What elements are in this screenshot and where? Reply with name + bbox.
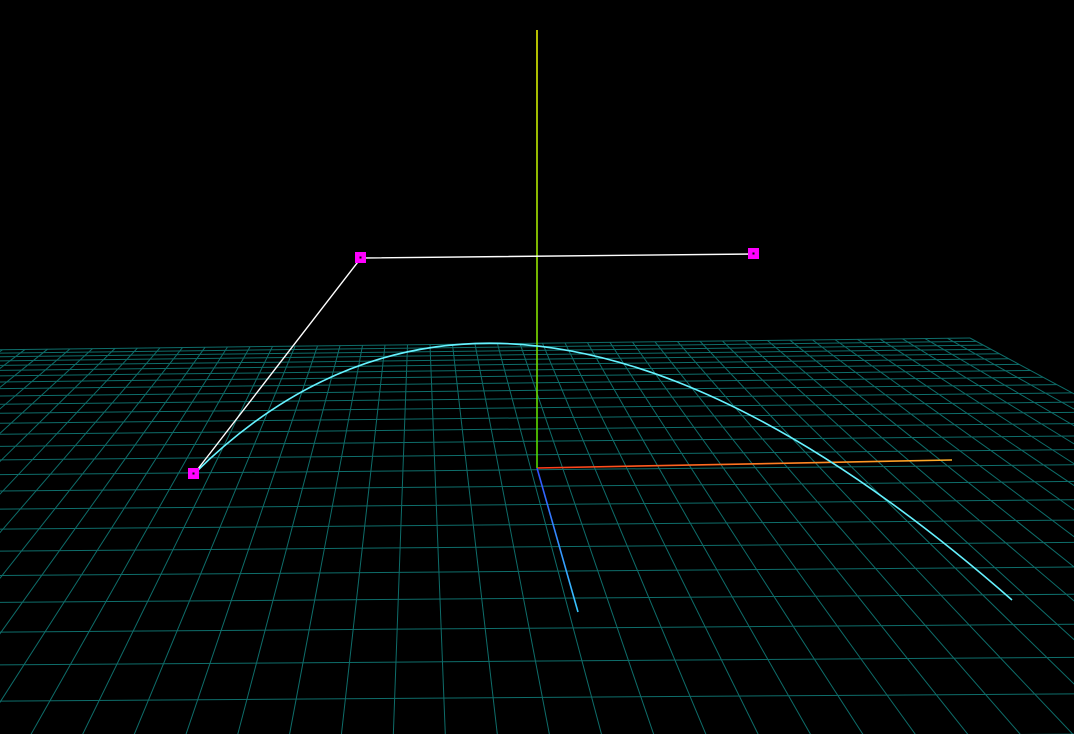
grid-line (902, 338, 1074, 445)
grid-line (0, 693, 1074, 702)
scene-canvas[interactable] (0, 0, 1074, 734)
grid-line (289, 345, 363, 734)
grid-line (587, 342, 811, 734)
grid-line (82, 346, 273, 734)
grid-line (452, 344, 498, 734)
grid-line (632, 341, 916, 734)
grid-line (0, 519, 1074, 530)
grid-line (722, 340, 1074, 685)
grid-line (969, 337, 1074, 395)
grid-line (392, 344, 408, 734)
grid-line (0, 376, 1044, 390)
grid-line (744, 340, 1074, 641)
grid-line (30, 346, 251, 734)
grid-line (0, 347, 183, 580)
grid-line (0, 593, 1074, 603)
grid-line (519, 343, 655, 734)
grid-line (0, 348, 71, 410)
grid-line (0, 566, 1074, 577)
grid-line (429, 344, 446, 734)
grid-line (133, 345, 296, 734)
control-points[interactable] (188, 248, 759, 479)
grid-line (0, 363, 1020, 377)
grid-line (542, 342, 707, 734)
grid-line (340, 345, 386, 734)
grid-line (0, 348, 93, 434)
control-point-handle[interactable] (748, 248, 759, 259)
grid-line (0, 346, 228, 704)
grid-line (609, 342, 864, 734)
grid-line (185, 345, 318, 734)
control-point-handle[interactable] (355, 252, 366, 263)
grid-line (0, 347, 138, 495)
grid-line (879, 338, 1074, 465)
grid-line (0, 348, 48, 389)
axes-helper (536, 30, 953, 613)
control-point-handle[interactable] (188, 468, 199, 479)
grid-line (947, 337, 1074, 410)
grid-line (0, 623, 1074, 633)
3d-viewport[interactable] (0, 0, 1074, 734)
z-axis (536, 467, 579, 613)
grid-line (699, 340, 1074, 734)
grid-line (474, 343, 550, 734)
control-polygon (193, 253, 755, 475)
grid-line (924, 338, 1074, 427)
grid-line (0, 541, 1074, 552)
grid-line (0, 369, 1031, 383)
grid-line (0, 349, 26, 370)
grid-line (789, 339, 1074, 568)
